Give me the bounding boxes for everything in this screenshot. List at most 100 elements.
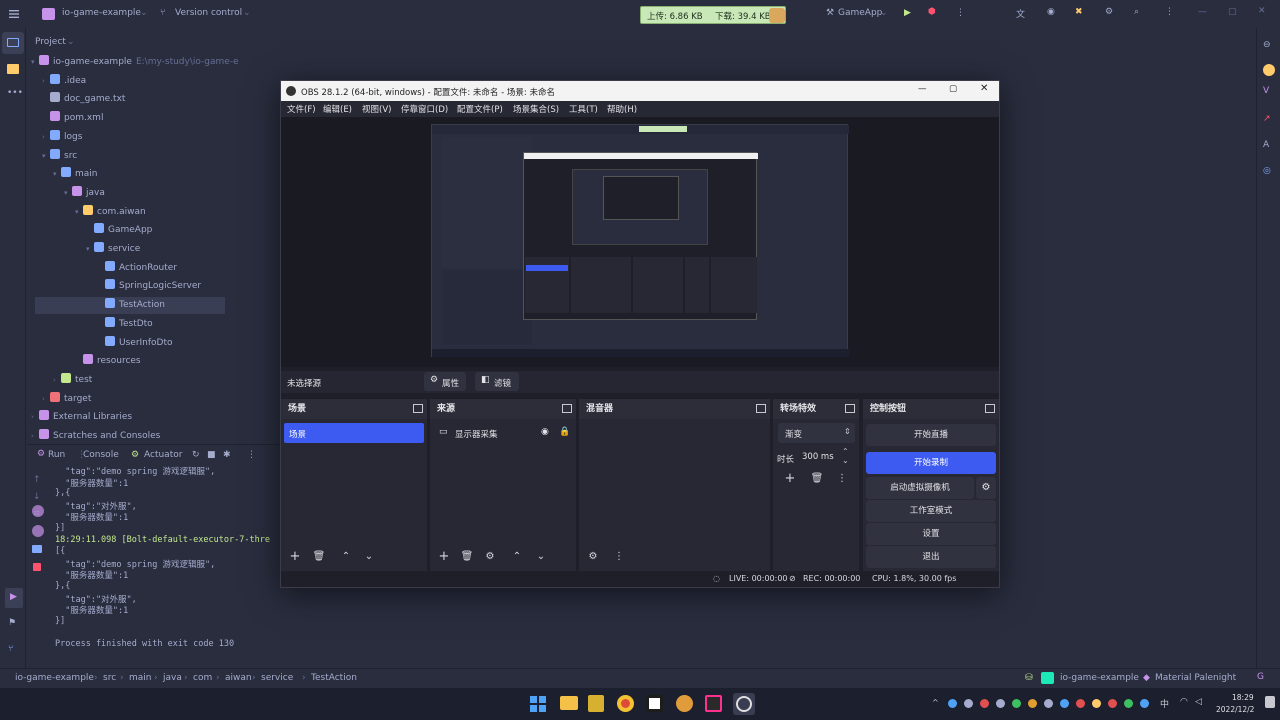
menu-item[interactable]: 停靠窗口(D) xyxy=(401,103,448,115)
volume-icon[interactable]: ◁ xyxy=(1195,697,1202,707)
breadcrumb-item[interactable]: java xyxy=(163,673,182,683)
breadcrumb-item[interactable]: aiwan xyxy=(225,673,252,683)
close-icon[interactable]: ✕ xyxy=(1258,6,1266,16)
spin-down-icon[interactable]: ⌄ xyxy=(842,456,849,465)
tree-item[interactable]: › test xyxy=(53,372,92,389)
more-icon[interactable]: ⋮ xyxy=(611,549,627,565)
tray-app-icon[interactable] xyxy=(1076,699,1085,708)
expand-arrow-icon[interactable]: › xyxy=(31,409,39,426)
chrome-icon[interactable] xyxy=(617,695,634,712)
breadcrumb-item[interactable]: TestAction xyxy=(311,673,357,683)
breadcrumb-item[interactable]: com xyxy=(193,673,212,683)
soft-wrap-icon[interactable] xyxy=(32,505,44,517)
file-explorer-icon[interactable] xyxy=(560,696,578,710)
webstorm-icon[interactable] xyxy=(646,695,663,712)
menu-item[interactable]: 编辑(E) xyxy=(323,103,352,115)
expand-arrow-icon[interactable]: ▾ xyxy=(64,185,72,202)
notes-app-icon[interactable] xyxy=(588,695,604,712)
undock-icon[interactable] xyxy=(845,404,855,413)
scroll-down-icon[interactable]: ↓ xyxy=(33,492,41,502)
tree-item[interactable]: › External Libraries xyxy=(31,409,132,426)
windows-start-icon[interactable] xyxy=(530,696,546,712)
tree-item[interactable]: ▾ java xyxy=(64,185,105,202)
undock-icon[interactable] xyxy=(985,404,995,413)
notifications-icon[interactable]: ⊖ xyxy=(1263,40,1271,50)
studio-mode-button[interactable]: 工作室模式 xyxy=(866,500,996,522)
tree-item[interactable]: ▾ io-game-example E:\my-study\io-game-e xyxy=(31,54,239,71)
tree-item[interactable]: › target xyxy=(42,391,91,408)
intellij-icon[interactable] xyxy=(705,695,722,712)
menu-item[interactable]: 视图(V) xyxy=(362,103,391,115)
expand-arrow-icon[interactable]: ▾ xyxy=(86,241,94,258)
maximize-icon[interactable]: ▢ xyxy=(949,84,957,94)
menu-item[interactable]: 场景集合(S) xyxy=(513,103,559,115)
source-item[interactable]: ▭ 显示器采集 ◉ 🔒 xyxy=(433,423,573,443)
exit-button[interactable]: 退出 xyxy=(866,546,996,568)
tray-app-icon[interactable] xyxy=(964,699,973,708)
lock-icon[interactable]: 🔒 xyxy=(559,427,570,437)
expand-arrow-icon[interactable]: › xyxy=(31,428,39,445)
tree-item[interactable]: resources xyxy=(75,353,141,370)
tree-item[interactable]: ▾ main xyxy=(53,166,98,183)
project-switcher[interactable]: io-game-example xyxy=(62,8,141,18)
breadcrumb-item[interactable]: service xyxy=(261,673,293,683)
obs-taskbar-button[interactable] xyxy=(733,693,755,715)
git-icon[interactable]: ⑂ xyxy=(8,644,13,654)
wifi-icon[interactable]: ◠ xyxy=(1180,697,1188,707)
tray-app-icon[interactable] xyxy=(1060,699,1069,708)
settings-button[interactable]: 设置 xyxy=(866,523,996,545)
restore-icon[interactable]: ▢ xyxy=(1228,7,1237,17)
run-config-select[interactable]: GameApp xyxy=(838,8,882,18)
tray-app-icon[interactable] xyxy=(1012,699,1021,708)
scene-item[interactable]: 场景 xyxy=(284,423,424,443)
tree-item[interactable]: › logs xyxy=(42,129,82,146)
delete-icon[interactable] xyxy=(33,563,41,571)
minimize-icon[interactable]: — xyxy=(1198,7,1207,17)
clock-time[interactable]: 18:29 xyxy=(1232,693,1254,702)
more-icon[interactable]: ⋮ xyxy=(1165,7,1174,17)
expand-arrow-icon[interactable]: ▾ xyxy=(53,166,61,183)
tree-item[interactable]: doc_game.txt xyxy=(42,91,125,108)
menu-item[interactable]: 配置文件(P) xyxy=(457,103,503,115)
scroll-up-icon[interactable]: ↑ xyxy=(33,475,41,485)
breadcrumb-item[interactable]: io-game-example xyxy=(15,673,94,683)
plugin-icon[interactable]: ◎ xyxy=(1263,166,1271,176)
expand-arrow-icon[interactable]: › xyxy=(42,73,50,90)
add-scene-icon[interactable]: + xyxy=(287,549,303,565)
undock-icon[interactable] xyxy=(756,404,766,413)
hammer-icon[interactable]: ⚒ xyxy=(826,8,834,18)
breadcrumb-item[interactable]: src xyxy=(103,673,116,683)
more-icon[interactable]: ⋮ xyxy=(956,8,965,18)
move-up-icon[interactable]: ⌃ xyxy=(509,549,525,565)
breadcrumb-item[interactable]: main xyxy=(129,673,152,683)
start-streaming-button[interactable]: 开始直播 xyxy=(866,424,996,446)
services-icon[interactable]: ⚑ xyxy=(8,618,16,628)
project-view-title[interactable]: Project xyxy=(35,37,66,47)
input-method-icon[interactable]: 中 xyxy=(1160,697,1169,710)
run-tool-button[interactable]: ▶ xyxy=(5,588,23,608)
rerun-icon[interactable]: ↻ xyxy=(192,450,200,460)
tray-app-icon[interactable] xyxy=(996,699,1005,708)
move-down-icon[interactable]: ⌄ xyxy=(361,549,377,565)
add-source-icon[interactable]: + xyxy=(436,549,452,565)
console-tab[interactable]: Console xyxy=(83,450,119,460)
tree-item[interactable]: ▾ com.aiwan xyxy=(75,204,146,221)
menu-item[interactable]: 工具(T) xyxy=(569,103,598,115)
expand-arrow-icon[interactable]: ▾ xyxy=(42,148,50,165)
virtual-camera-settings-icon[interactable]: ⚙ xyxy=(976,477,996,499)
start-virtual-camera-button[interactable]: 启动虚拟摄像机 xyxy=(866,477,974,499)
tree-item[interactable]: TestDto xyxy=(97,316,153,333)
undock-icon[interactable] xyxy=(562,404,572,413)
tray-expand-icon[interactable]: ^ xyxy=(932,698,939,707)
menu-item[interactable]: 帮助(H) xyxy=(607,103,637,115)
undock-icon[interactable] xyxy=(413,404,423,413)
more-icon[interactable]: ⋮ xyxy=(834,471,850,487)
tray-app-icon[interactable] xyxy=(1028,699,1037,708)
print-icon[interactable] xyxy=(32,545,42,553)
more-icon[interactable]: ••• xyxy=(7,88,23,98)
tree-item[interactable]: pom.xml xyxy=(42,110,103,127)
move-down-icon[interactable]: ⌄ xyxy=(533,549,549,565)
spin-up-icon[interactable]: ⌃ xyxy=(842,447,849,456)
vcs-menu[interactable]: Version control xyxy=(175,8,242,18)
database-icon[interactable] xyxy=(1263,64,1275,76)
